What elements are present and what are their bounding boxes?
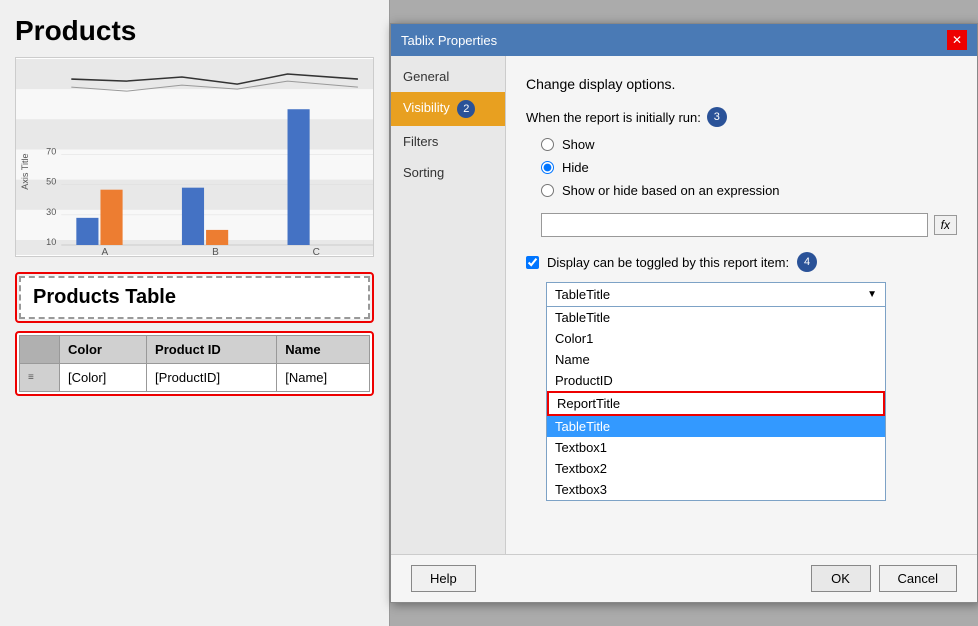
- table-cell-color: [Color]: [60, 364, 147, 392]
- radio-show-label: Show: [562, 137, 595, 152]
- radio-hide[interactable]: [541, 161, 554, 174]
- svg-text:10: 10: [46, 237, 56, 247]
- section3-label: When the report is initially run: 3: [526, 107, 957, 127]
- section4-badge: 4: [797, 252, 817, 272]
- dropdown-select[interactable]: TableTitle ▼: [546, 282, 886, 307]
- table-row: ≡ [Color] [ProductID] [Name]: [20, 364, 370, 392]
- radio-show[interactable]: [541, 138, 554, 151]
- svg-text:A: A: [101, 247, 108, 256]
- svg-text:C: C: [313, 247, 320, 256]
- dropdown-item-color1[interactable]: Color1: [547, 328, 885, 349]
- dropdown-item-productid[interactable]: ProductID: [547, 370, 885, 391]
- products-table-title: Products Table: [19, 276, 370, 319]
- section4-label: Display can be toggled by this report it…: [547, 255, 789, 270]
- cancel-button[interactable]: Cancel: [879, 565, 957, 592]
- chart-area: 10 30 50 70 Axis Title A B: [15, 57, 374, 257]
- toggle-checkbox[interactable]: [526, 256, 539, 269]
- dialog-nav: General Visibility 2 Filters Sorting: [391, 56, 506, 554]
- svg-text:B: B: [212, 247, 219, 256]
- radio-hide-label: Hide: [562, 160, 589, 175]
- nav-item-filters[interactable]: Filters: [391, 126, 505, 157]
- table-header-productid: Product ID: [147, 336, 277, 364]
- nav-item-sorting[interactable]: Sorting: [391, 157, 505, 188]
- dropdown-item-textbox2[interactable]: Textbox2: [547, 458, 885, 479]
- table-cell-productid: [ProductID]: [147, 364, 277, 392]
- section4-checkbox-row: Display can be toggled by this report it…: [526, 252, 957, 272]
- dialog-titlebar: Tablix Properties ✕: [391, 24, 977, 56]
- dropdown-item-tabletitle-selected[interactable]: TableTitle: [547, 416, 885, 437]
- dropdown-item-name[interactable]: Name: [547, 349, 885, 370]
- dropdown-item-reporttitle[interactable]: ReportTitle: [547, 391, 885, 416]
- table-row-handle: ≡: [20, 364, 60, 392]
- dropdown-container: TableTitle ▼ TableTitle Color1 Name Prod…: [546, 282, 957, 501]
- nav-item-general[interactable]: General: [391, 61, 505, 92]
- products-table-title-box: Products Table: [15, 272, 374, 323]
- radio-row-expression: Show or hide based on an expression: [541, 183, 957, 198]
- data-table: Color Product ID Name ≡ [Color] [Product…: [19, 335, 370, 392]
- chevron-down-icon: ▼: [867, 289, 877, 300]
- fx-button[interactable]: fx: [934, 215, 957, 235]
- table-cell-name: [Name]: [277, 364, 370, 392]
- dropdown-item-textbox1[interactable]: Textbox1: [547, 437, 885, 458]
- radio-group-visibility: Show Hide Show or hide based on an expre…: [541, 137, 957, 198]
- table-header-row: Color Product ID Name: [20, 336, 370, 364]
- left-panel: Products 10 30 50 70 Axis Title: [0, 0, 390, 626]
- table-header-handle: [20, 336, 60, 364]
- dialog-footer: Help OK Cancel: [391, 554, 977, 602]
- table-header-color: Color: [60, 336, 147, 364]
- svg-text:30: 30: [46, 207, 56, 217]
- nav-badge-visibility: 2: [457, 100, 475, 118]
- section3-badge: 3: [707, 107, 727, 127]
- radio-expression[interactable]: [541, 184, 554, 197]
- section3-label-text: When the report is initially run:: [526, 110, 701, 125]
- dropdown-item-textbox3[interactable]: Textbox3: [547, 479, 885, 500]
- svg-text:70: 70: [46, 146, 56, 156]
- radio-row-hide: Hide: [541, 160, 957, 175]
- dialog-close-button[interactable]: ✕: [947, 30, 967, 50]
- svg-text:50: 50: [46, 177, 56, 187]
- table-header-name: Name: [277, 336, 370, 364]
- expression-input[interactable]: [541, 213, 928, 237]
- dropdown-selected-value: TableTitle: [555, 287, 610, 302]
- dropdown-list: TableTitle Color1 Name ProductID ReportT…: [546, 307, 886, 501]
- help-button[interactable]: Help: [411, 565, 476, 592]
- ok-button[interactable]: OK: [811, 565, 871, 592]
- radio-expression-label: Show or hide based on an expression: [562, 183, 780, 198]
- report-title: Products: [0, 0, 389, 52]
- svg-text:Axis Title: Axis Title: [20, 153, 30, 189]
- tablix-properties-dialog: Tablix Properties ✕ General Visibility 2…: [390, 23, 978, 603]
- dialog-content: Change display options. When the report …: [506, 56, 977, 554]
- expression-row: fx: [541, 213, 957, 237]
- dialog-heading: Change display options.: [526, 76, 957, 92]
- radio-row-show: Show: [541, 137, 957, 152]
- dialog-body: General Visibility 2 Filters Sorting Cha…: [391, 56, 977, 554]
- products-table-title-wrapper: Products Table: [15, 272, 374, 323]
- data-table-wrapper: Color Product ID Name ≡ [Color] [Product…: [15, 331, 374, 396]
- nav-item-visibility[interactable]: Visibility 2: [391, 92, 505, 126]
- dropdown-item-tabletitle-top[interactable]: TableTitle: [547, 307, 885, 328]
- dialog-title: Tablix Properties: [401, 33, 497, 48]
- footer-right: OK Cancel: [811, 565, 957, 592]
